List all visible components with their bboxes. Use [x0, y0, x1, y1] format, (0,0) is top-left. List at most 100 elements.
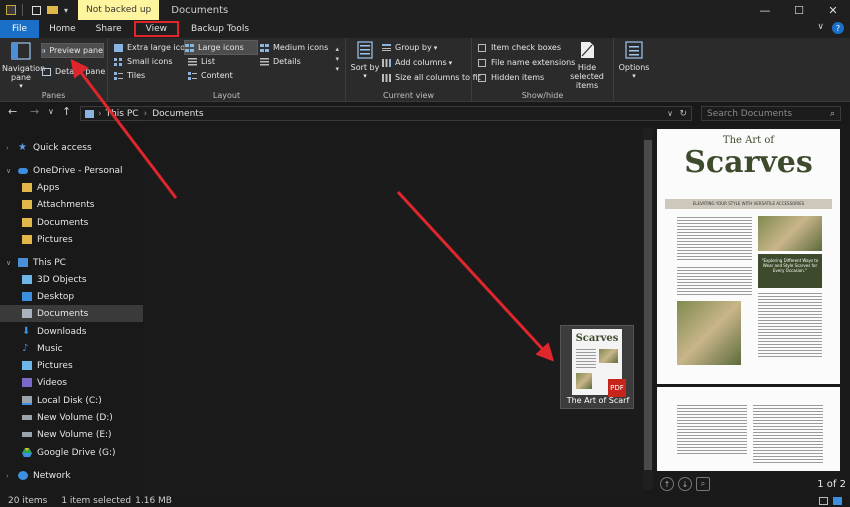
- chevron-down-icon: ▾: [363, 72, 367, 80]
- up-button[interactable]: ↑: [62, 105, 71, 118]
- next-page-button[interactable]: ↓: [678, 477, 692, 491]
- layout-large-icons[interactable]: Large icons: [184, 40, 258, 55]
- large-icons-view-icon[interactable]: [833, 497, 842, 505]
- selection-status: 1 item selected: [61, 496, 132, 506]
- preview-pane-button[interactable]: Preview pane: [41, 43, 104, 58]
- address-bar[interactable]: › This PC › Documents ∨ ↻: [80, 106, 692, 121]
- preview-pane-icon: [42, 49, 46, 52]
- search-input[interactable]: Search Documents ⌕: [701, 106, 841, 121]
- tab-home[interactable]: Home: [39, 20, 86, 38]
- sort-by-button[interactable]: Sort by ▾: [350, 41, 380, 81]
- help-icon[interactable]: ?: [832, 22, 844, 34]
- chevron-right-icon[interactable]: ›: [6, 144, 14, 152]
- refresh-icon[interactable]: ↻: [679, 109, 687, 119]
- sidebar-item-apps[interactable]: Apps: [0, 179, 143, 196]
- sidebar-item-music[interactable]: ♪ Music: [0, 340, 143, 357]
- navigation-pane-button[interactable]: Navigation pane ▾: [2, 42, 45, 91]
- sidebar-item-documents[interactable]: Documents: [0, 305, 143, 322]
- status-bar: 20 items 1 item selected 1.16 MB: [0, 495, 850, 507]
- size-all-columns-label: Size all columns to fit: [395, 73, 481, 82]
- layout-small-icons[interactable]: Small icons: [114, 55, 173, 68]
- sidebar-item-videos[interactable]: Videos: [0, 374, 143, 391]
- breadcrumb-this-pc[interactable]: This PC: [106, 109, 139, 119]
- properties-icon[interactable]: [32, 5, 41, 15]
- group-label-show-hide: Show/hide: [521, 91, 564, 100]
- checkbox[interactable]: [478, 73, 486, 82]
- chevron-down-icon[interactable]: ∨: [6, 259, 14, 267]
- layout-medium-icons[interactable]: Medium icons: [260, 41, 328, 54]
- sidebar-item-3d-objects[interactable]: 3D Objects: [0, 271, 143, 288]
- sidebar-item-onedrive-documents[interactable]: Documents: [0, 214, 143, 231]
- file-list[interactable]: Scarves PDF The Art of Scarf: [144, 125, 642, 495]
- chevron-right-icon[interactable]: ›: [6, 472, 14, 480]
- sidebar-item-new-volume-e[interactable]: New Volume (E:): [0, 426, 143, 443]
- tab-share[interactable]: Share: [86, 20, 132, 38]
- recent-locations-button[interactable]: ∨: [48, 107, 54, 116]
- sidebar-item-onedrive[interactable]: ∨ OneDrive - Personal: [0, 162, 143, 179]
- chevron-down-icon: ▾: [448, 58, 453, 67]
- preview-text-block: [753, 405, 823, 465]
- details-pane-button[interactable]: Details pane: [42, 65, 105, 78]
- size-all-columns-button[interactable]: Size all columns to fit: [382, 71, 481, 84]
- sidebar-item-pictures[interactable]: Pictures: [0, 357, 143, 374]
- backup-status-badge[interactable]: Not backed up: [78, 0, 160, 20]
- sidebar-item-network[interactable]: › Network: [0, 467, 143, 484]
- options-icon: [625, 41, 643, 59]
- hide-selected-items-button[interactable]: Hide selected items: [562, 41, 612, 90]
- sidebar-item-local-disk-c[interactable]: Local Disk (C:): [0, 392, 143, 409]
- sidebar-item-quick-access[interactable]: › ★ Quick access: [0, 139, 143, 156]
- address-row: ← → ∨ ↑ › This PC › Documents ∨ ↻ Search…: [0, 103, 850, 123]
- sidebar-item-label: Music: [37, 343, 63, 354]
- documents-icon: [22, 309, 32, 318]
- layout-extra-large-icons[interactable]: Extra large icons: [114, 41, 194, 54]
- tab-view[interactable]: View: [133, 21, 179, 37]
- minimize-button[interactable]: —: [748, 0, 782, 20]
- sort-by-label: Sort by: [350, 63, 380, 72]
- checkbox[interactable]: [478, 43, 486, 52]
- sidebar-item-new-volume-d[interactable]: New Volume (D:): [0, 409, 143, 426]
- previous-page-button[interactable]: ↑: [660, 477, 674, 491]
- thumbnail-title: Scarves: [575, 333, 619, 344]
- breadcrumb-documents[interactable]: Documents: [152, 109, 203, 119]
- sort-by-icon: [357, 41, 373, 59]
- file-item[interactable]: Scarves PDF The Art of Scarf: [560, 325, 634, 409]
- sidebar-item-onedrive-pictures[interactable]: Pictures: [0, 231, 143, 248]
- sidebar-item-this-pc[interactable]: ∨ This PC: [0, 254, 143, 271]
- sidebar-item-label: Documents: [37, 217, 89, 228]
- sidebar-item-desktop[interactable]: Desktop: [0, 288, 143, 305]
- back-button[interactable]: ←: [8, 105, 17, 118]
- close-button[interactable]: ✕: [816, 0, 850, 20]
- layout-item-label: Large icons: [198, 43, 244, 52]
- add-columns-button[interactable]: Add columns ▾: [382, 56, 452, 69]
- sidebar-item-attachments[interactable]: Attachments: [0, 196, 143, 213]
- collapse-ribbon-icon[interactable]: ∨: [817, 22, 824, 34]
- layout-details[interactable]: Details: [260, 55, 301, 68]
- folder-icon: [22, 218, 32, 227]
- hidden-items-toggle[interactable]: Hidden items: [478, 71, 544, 84]
- customize-toolbar-icon[interactable]: ▾: [64, 6, 68, 15]
- item-check-boxes-toggle[interactable]: Item check boxes: [478, 41, 561, 54]
- layout-content[interactable]: Content: [188, 69, 233, 82]
- details-view-icon[interactable]: [819, 497, 828, 505]
- chevron-down-icon[interactable]: ∨: [6, 167, 14, 175]
- zoom-icon[interactable]: ⌕: [696, 477, 710, 491]
- tab-backup-tools[interactable]: Backup Tools: [181, 20, 259, 38]
- file-list-scrollbar[interactable]: [643, 128, 653, 490]
- maximize-button[interactable]: ☐: [782, 0, 816, 20]
- layout-scroll-icon[interactable]: ▴ ▾ ▾: [335, 44, 339, 74]
- tab-file[interactable]: File: [0, 20, 40, 38]
- layout-list[interactable]: List: [188, 55, 215, 68]
- new-folder-icon[interactable]: [47, 6, 58, 14]
- chevron-down-icon: ▾: [433, 43, 438, 52]
- sidebar-item-downloads[interactable]: ⬇ Downloads: [0, 323, 143, 340]
- forward-button[interactable]: →: [30, 105, 39, 118]
- scrollbar-thumb[interactable]: [644, 140, 652, 470]
- file-name-extensions-toggle[interactable]: File name extensions: [478, 56, 575, 69]
- layout-tiles[interactable]: Tiles: [114, 69, 145, 82]
- sidebar-item-google-drive-g[interactable]: Google Drive (G:): [0, 444, 143, 461]
- address-dropdown-icon[interactable]: ∨: [667, 109, 673, 118]
- group-by-button[interactable]: Group by ▾: [382, 41, 437, 54]
- options-button[interactable]: Options ▾: [618, 41, 650, 81]
- file-name[interactable]: The Art of Scarf: [561, 396, 635, 405]
- checkbox[interactable]: [478, 58, 486, 67]
